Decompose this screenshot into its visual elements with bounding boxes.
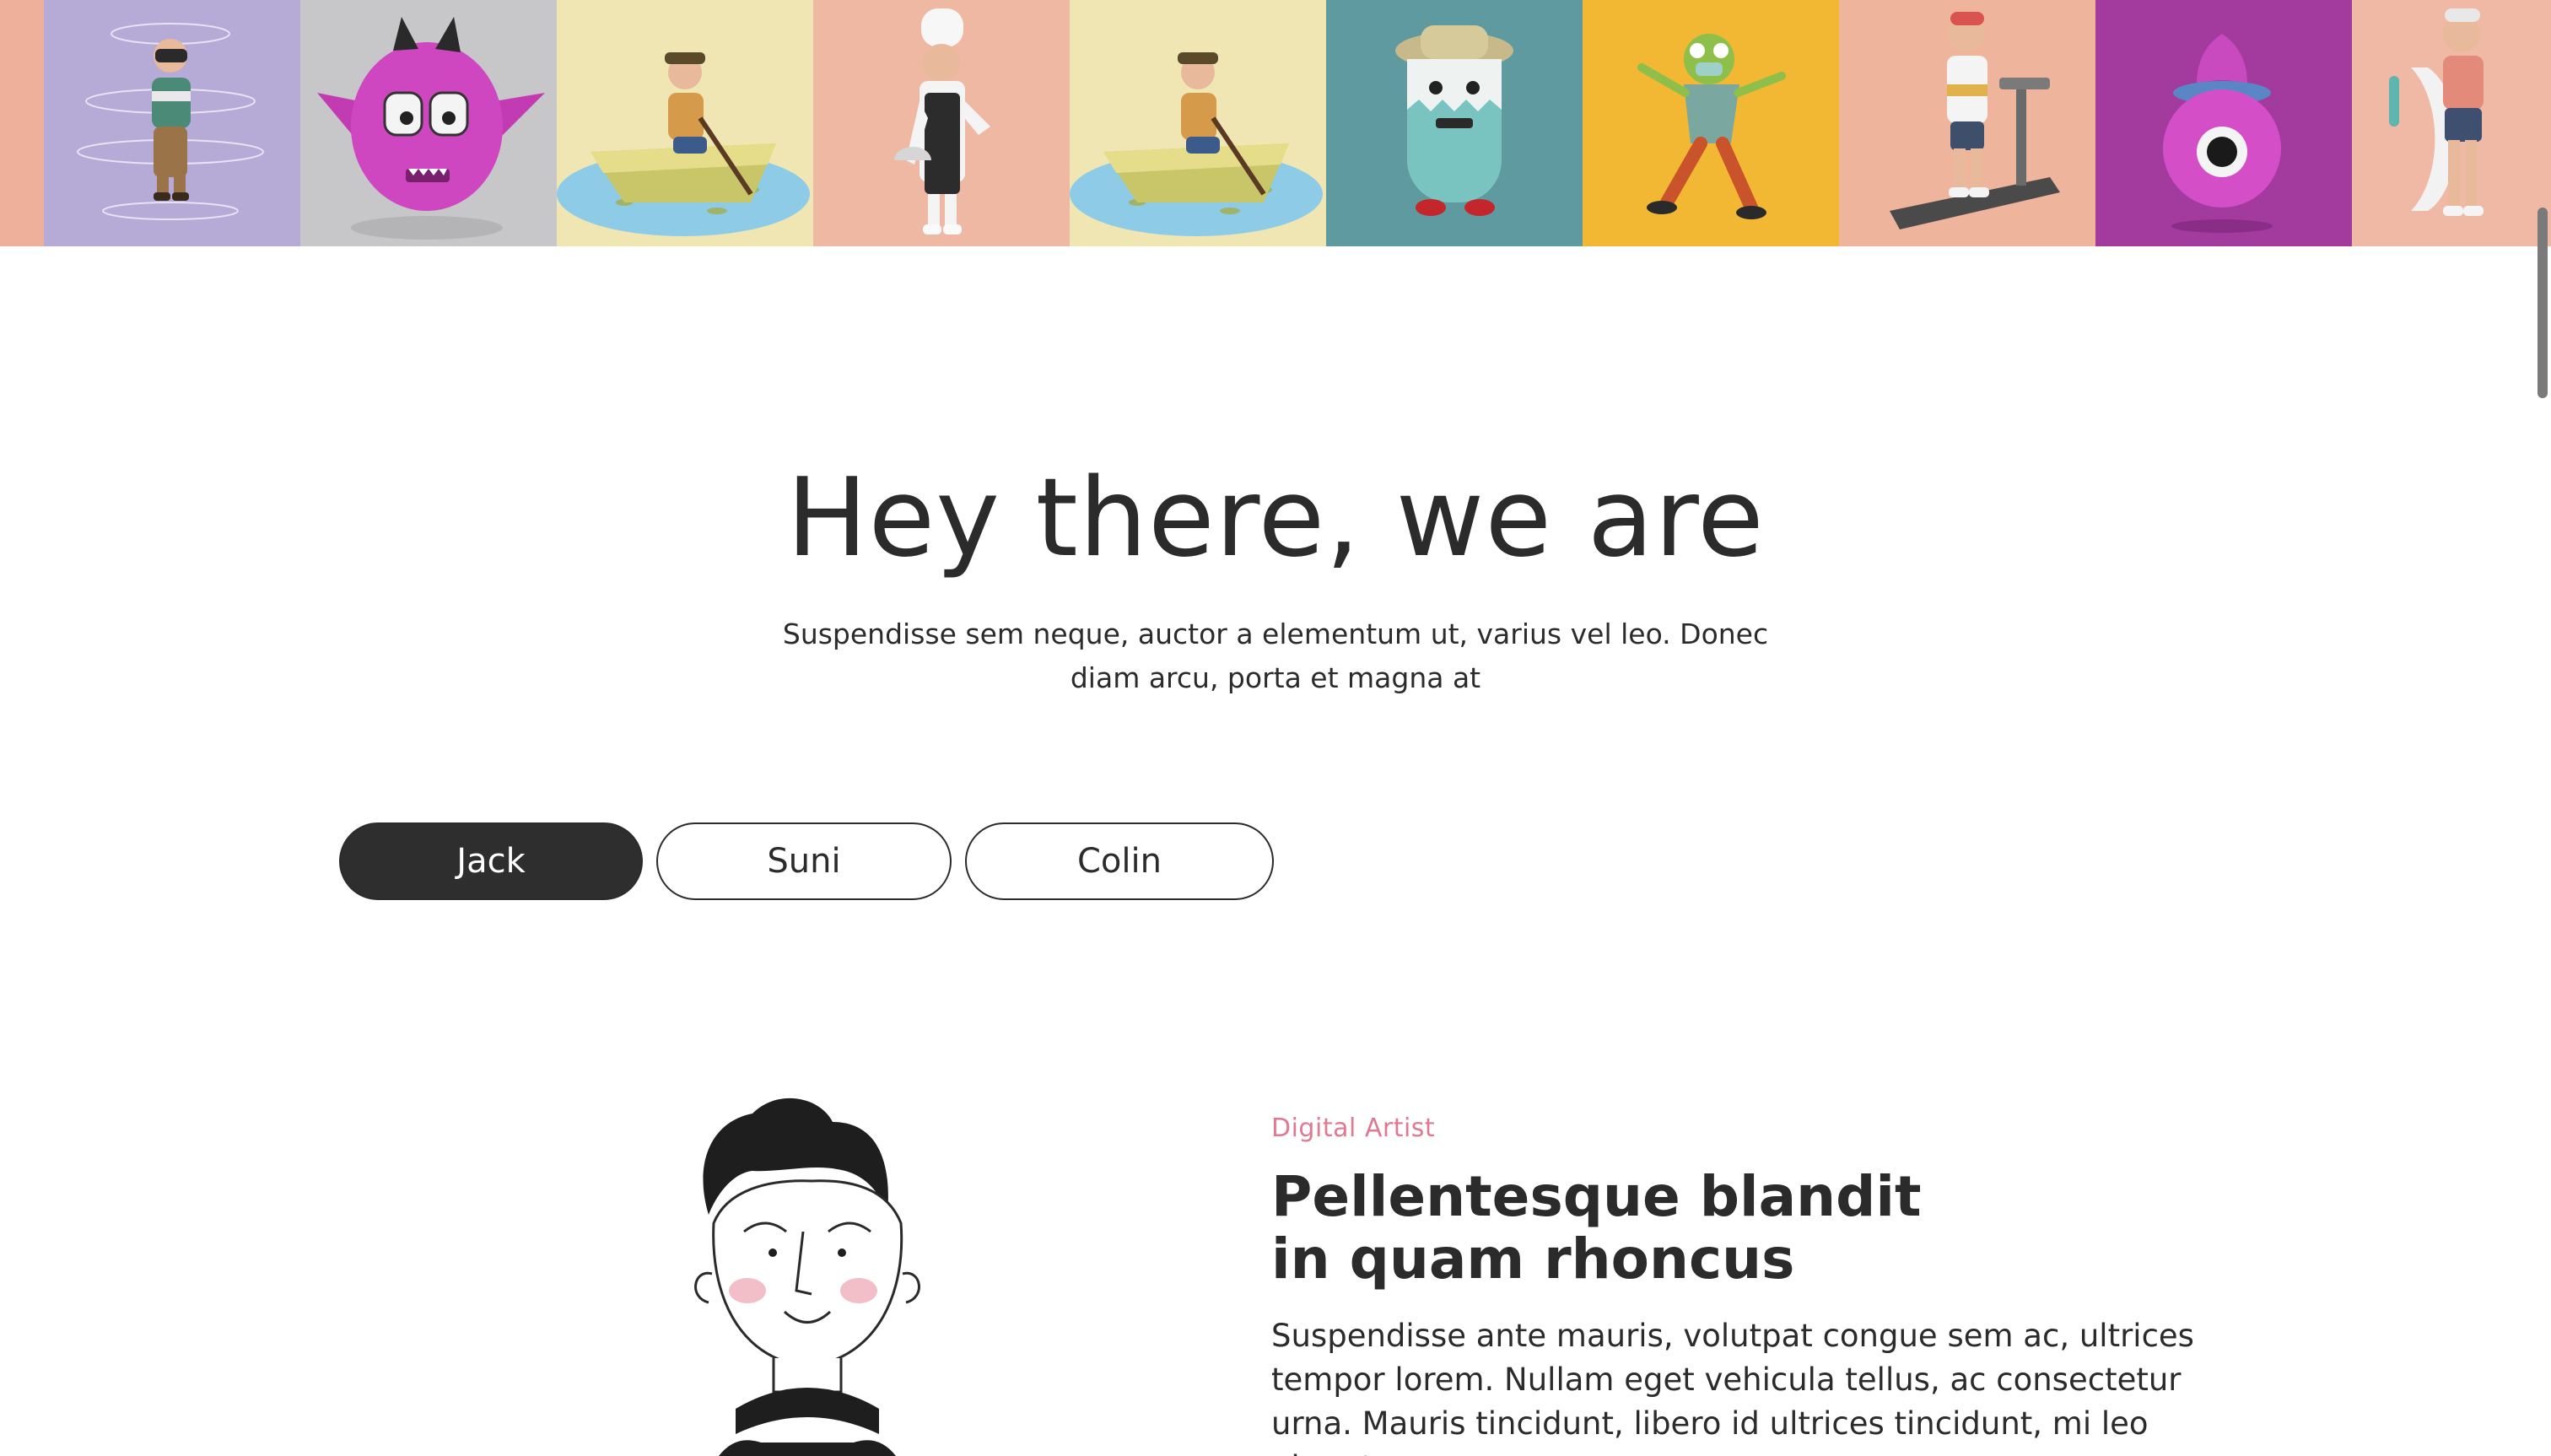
surfer-character-illustration [2389,8,2484,216]
hero-title: Hey there, we are [786,456,1765,581]
jack-portrait-illustration [694,1097,920,1456]
gallery-tile-surfer-character[interactable] [2352,0,2551,246]
gallery-tile-peach-edge[interactable] [0,0,44,246]
boat-character-illustration [557,52,810,236]
page: Hey there, we are Suspendisse sem neque,… [0,0,2551,1456]
vr-character-illustration [77,23,264,220]
gallery-tile-frog-character[interactable] [1583,0,1839,246]
gallery-tile-teal-monster[interactable] [1326,0,1583,246]
pink-monster-illustration [317,17,545,240]
frog-character-illustration [1637,34,1786,219]
treadmill-character-illustration [1890,12,2060,229]
hero-subtitle: Suspendisse sem neque, auctor a elementu… [782,617,1769,694]
boat-character-illustration-2 [1070,52,1323,236]
gallery-tile-vr-character[interactable] [44,0,300,246]
scrollbar-thumb[interactable] [2538,208,2548,398]
purple-monster-illustration [2163,34,2281,233]
gallery-tile-boat-character-2[interactable] [1070,0,1326,246]
profile-body: Suspendisse ante mauris, volutpat congue… [1271,1318,2194,1456]
teal-monster-illustration [1395,25,1513,216]
gallery-tile-boat-character[interactable] [557,0,813,246]
profile-title-line2: in quam rhoncus [1271,1227,1795,1292]
character-gallery [0,0,2551,246]
tab-jack[interactable]: Jack [339,822,643,900]
chef-character-illustration [894,8,990,235]
profile-title-line1: Pellentesque blandit [1271,1164,1922,1229]
gallery-tile-chef-character[interactable] [813,0,1070,246]
page-scrollbar[interactable] [2532,0,2551,1456]
tab-suni[interactable]: Suni [656,822,952,900]
gallery-tile-purple-monster[interactable] [2095,0,2352,246]
gallery-tile-treadmill-character[interactable] [1839,0,2095,246]
profile-title: Pellentesque blandit in quam rhoncus [1271,1166,2031,1291]
tab-colin[interactable]: Colin [965,822,1274,900]
gallery-tile-pink-monster[interactable] [300,0,557,246]
profile-role: Digital Artist [1271,1114,1436,1143]
